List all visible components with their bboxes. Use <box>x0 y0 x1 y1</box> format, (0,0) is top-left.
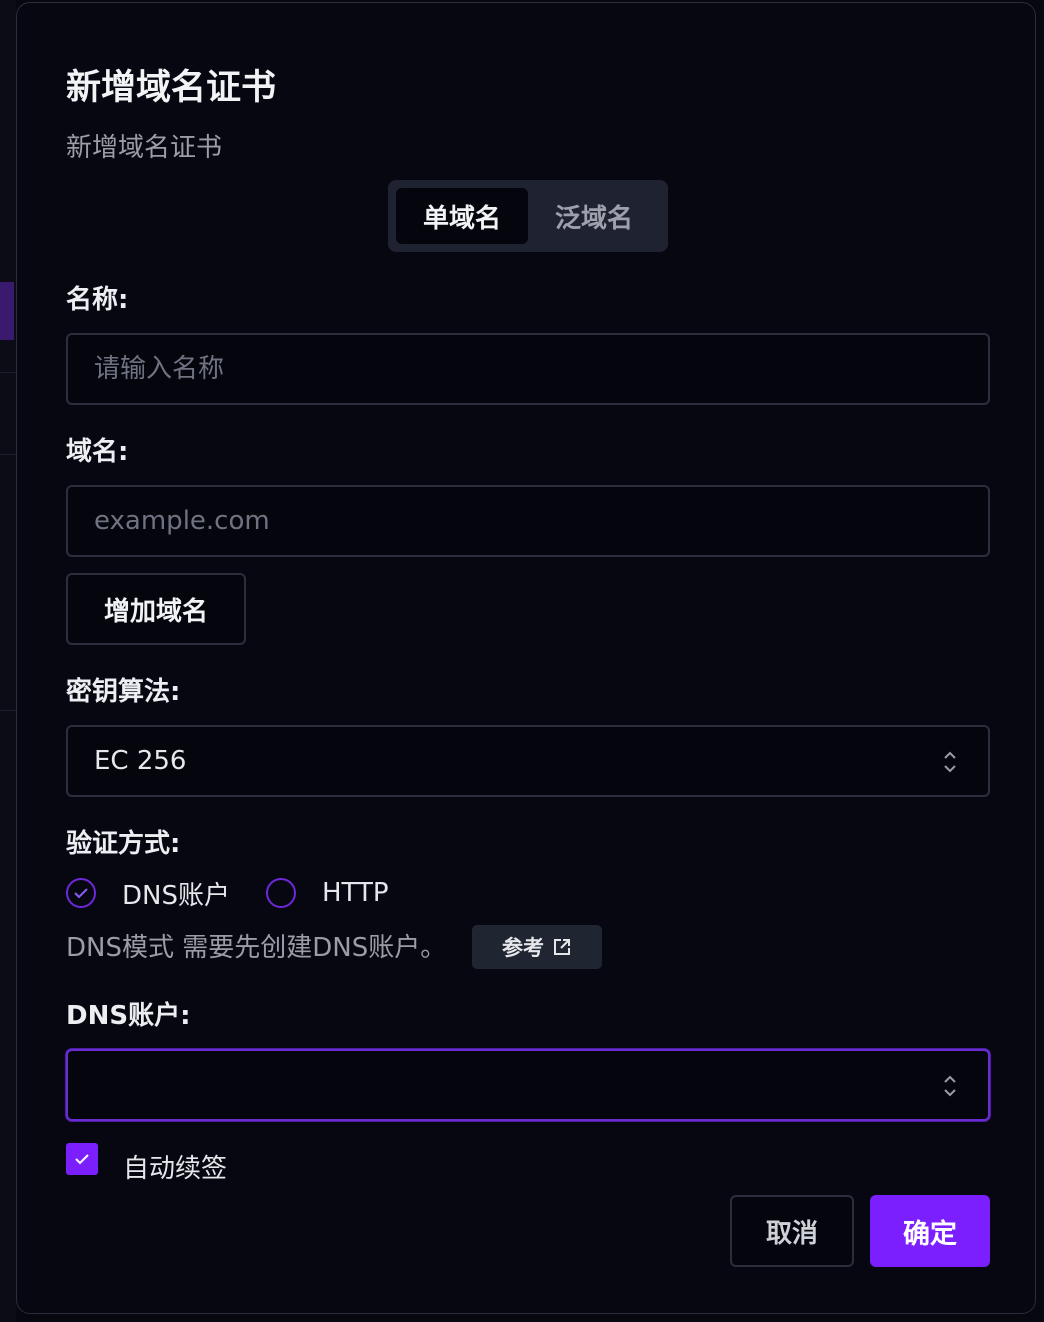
confirm-button[interactable]: 确定 <box>870 1195 990 1267</box>
background-divider <box>0 372 16 373</box>
check-icon <box>74 888 88 899</box>
key-algorithm-value: EC 256 <box>94 746 187 776</box>
tab-wildcard-domain[interactable]: 泛域名 <box>528 188 660 244</box>
reference-label: 参考 <box>502 936 544 960</box>
name-label: 名称: <box>66 285 129 315</box>
new-certificate-dialog: 新增域名证书 新增域名证书 单域名 泛域名 名称: 域名: 增加域名 密钥算法:… <box>16 2 1036 1314</box>
background-divider <box>0 454 16 455</box>
name-field-wrapper <box>66 333 990 405</box>
dialog-subtitle: 新增域名证书 <box>66 133 223 163</box>
dialog-title: 新增域名证书 <box>66 68 277 108</box>
external-link-icon <box>554 939 570 955</box>
auto-renew-label: 自动续签 <box>123 1154 228 1184</box>
key-algorithm-label: 密钥算法: <box>66 677 181 707</box>
tab-single-domain[interactable]: 单域名 <box>396 188 528 244</box>
radio-label-http: HTTP <box>321 878 389 908</box>
radio-label-dns-account: DNS账户 <box>122 880 230 911</box>
cancel-button[interactable]: 取消 <box>730 1195 854 1267</box>
radio-http[interactable] <box>265 878 296 908</box>
background-divider <box>0 710 16 711</box>
chevron-up-down-icon <box>944 1075 956 1097</box>
key-algorithm-select[interactable]: EC 256 <box>66 725 990 797</box>
background-page <box>0 0 16 1322</box>
auto-renew-checkbox[interactable] <box>66 1143 98 1175</box>
dns-account-label: DNS账户: <box>66 1001 191 1031</box>
add-domain-button[interactable]: 增加域名 <box>66 573 246 645</box>
dns-account-select[interactable] <box>66 1049 990 1121</box>
radio-dns-account[interactable] <box>66 878 96 908</box>
verification-radio-group: DNS账户 HTTP <box>66 871 389 915</box>
check-icon <box>75 1154 89 1165</box>
name-input[interactable] <box>94 354 954 384</box>
background-active-item <box>0 282 14 340</box>
domain-field-wrapper <box>66 485 990 557</box>
verification-label: 验证方式: <box>66 829 181 859</box>
dns-mode-hint: DNS模式 需要先创建DNS账户。 <box>66 933 447 963</box>
reference-link-button[interactable]: 参考 <box>472 925 602 969</box>
domain-label: 域名: <box>66 437 129 467</box>
domain-type-tabs: 单域名 泛域名 <box>388 180 668 252</box>
domain-input[interactable] <box>94 506 954 536</box>
chevron-up-down-icon <box>944 751 956 773</box>
